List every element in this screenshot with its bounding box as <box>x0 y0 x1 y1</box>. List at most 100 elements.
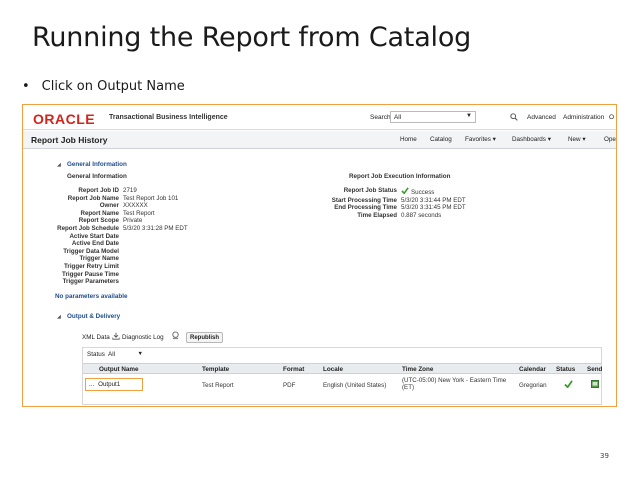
nav-home[interactable]: Home <box>400 136 417 143</box>
bullet-text: Click on Output Name <box>41 79 185 94</box>
col-calendar[interactable]: Calendar <box>519 366 546 373</box>
field-value: 0.887 seconds <box>401 211 442 219</box>
page-title: Report Job History <box>31 135 108 145</box>
cell-calendar: Gregorian <box>519 382 547 389</box>
field-value: Success <box>397 187 434 197</box>
chevron-down-icon: ▼ <box>137 351 143 357</box>
status-filter-value: All <box>108 351 115 358</box>
field-label: Trigger Pause Time <box>62 270 119 278</box>
status-text: Success <box>411 189 435 196</box>
nav-open[interactable]: Ope <box>604 136 616 143</box>
field-row: Trigger Parameters <box>31 278 188 286</box>
field-value <box>119 248 123 256</box>
field-label: Owner <box>99 202 119 210</box>
row-actions-ellipsis[interactable]: ... <box>89 381 94 388</box>
exec-info-heading: Report Job Execution Information <box>349 173 451 180</box>
cell-locale: English (United States) <box>323 382 387 389</box>
cell-time-zone: (UTC-05:00) New York - Eastern Time (ET) <box>402 377 506 391</box>
col-locale[interactable]: Locale <box>323 366 343 373</box>
field-value: 2719 <box>123 187 137 194</box>
download-icon[interactable] <box>112 332 120 342</box>
field-value: Private <box>123 217 143 225</box>
field-row: Report Job Schedule 5/3/20 3:31:28 PM EDT <box>31 225 188 233</box>
page-header-bar: Report Job History Home Catalog Favorite… <box>23 131 616 149</box>
overflow-link[interactable]: O <box>609 114 614 121</box>
field-row: End Processing Time 5/3/20 3:31:45 PM EDT <box>309 204 466 212</box>
chevron-down-icon: ▼ <box>466 113 472 119</box>
no-parameters-text: No parameters available <box>55 293 128 300</box>
xml-data-link[interactable]: XML Data <box>82 334 110 341</box>
time-zone-line-1: (UTC-05:00) New York - Eastern Time <box>402 377 507 384</box>
field-row: Report Scope Private <box>31 217 188 225</box>
output-name-link[interactable]: Output1 <box>98 381 120 388</box>
diagnostic-log-link[interactable]: Diagnostic Log <box>122 334 164 341</box>
field-label: Active Start Date <box>69 232 119 240</box>
field-value <box>119 233 123 241</box>
output-name-cell[interactable]: ... Output1 <box>85 378 143 391</box>
search-label: Search <box>370 114 391 121</box>
bullet-mark: • <box>22 79 30 94</box>
field-label: Report Job Name <box>67 194 119 202</box>
field-row: Start Processing Time 5/3/20 3:31:44 PM E… <box>309 197 466 205</box>
field-row: Report Job Name Test Report Job 101 <box>31 195 188 203</box>
table-header: Output Name Template Format Locale Time … <box>83 363 602 374</box>
section-general-info[interactable]: General Information <box>67 161 127 168</box>
nav-catalog[interactable]: Catalog <box>430 136 452 143</box>
field-row: Active End Date <box>31 240 188 248</box>
field-label: Report Job Status <box>343 187 397 194</box>
col-send[interactable]: Send <box>587 366 602 373</box>
section-output-delivery[interactable]: Output & Delivery <box>67 313 120 320</box>
send-icon[interactable] <box>591 380 599 388</box>
field-label: End Processing Time <box>334 204 397 212</box>
field-row: Trigger Pause Time <box>31 271 188 279</box>
status-filter-label: Status <box>87 351 105 358</box>
field-row: Owner XXXXXX <box>31 202 188 210</box>
field-row: Report Job Status Success <box>309 187 466 197</box>
app-title: Transactional Business Intelligence <box>109 114 228 121</box>
table-row: ... Output1 Test Report PDF English (Uni… <box>83 375 601 395</box>
republish-button[interactable]: Republish <box>186 332 223 343</box>
field-value: Test Report <box>123 209 155 217</box>
search-icon[interactable] <box>507 111 521 123</box>
col-template[interactable]: Template <box>202 366 229 373</box>
exec-info-fields: Report Job Status Success Start Processing… <box>309 187 466 219</box>
field-label: Trigger Name <box>79 255 119 263</box>
field-value: Test Report Job 101 <box>123 194 179 202</box>
general-info-fields: Report Job ID 2719 Report Job Name Test Rep… <box>31 187 188 286</box>
page-number: 39 <box>600 452 609 460</box>
field-label: Report Name <box>80 209 119 217</box>
field-row: Trigger Retry Limit <box>31 263 188 271</box>
field-value: XXXXXX <box>123 202 148 210</box>
field-label: Report Job Schedule <box>57 224 119 232</box>
nav-favorites[interactable]: Favorites ▾ <box>465 136 496 143</box>
advanced-link[interactable]: Advanced <box>527 114 556 121</box>
field-value: 5/3/20 3:31:45 PM EDT <box>401 204 466 212</box>
field-label: Trigger Retry Limit <box>63 262 119 270</box>
success-check-icon <box>401 187 409 195</box>
field-row: Trigger Data Model <box>31 248 188 256</box>
search-scope-value: All <box>394 114 401 121</box>
field-label: Report Scope <box>78 217 119 225</box>
col-status[interactable]: Status <box>556 366 575 373</box>
administration-link[interactable]: Administration <box>563 114 604 121</box>
status-filter-select[interactable]: All ▼ <box>107 350 143 360</box>
field-label: Trigger Data Model <box>63 247 119 255</box>
search-scope-select[interactable]: All ▼ <box>390 111 476 123</box>
field-value <box>119 263 123 271</box>
field-row: Time Elapsed 0.887 seconds <box>309 212 466 220</box>
nav-dashboards[interactable]: Dashboards ▾ <box>512 136 551 143</box>
col-format[interactable]: Format <box>283 366 304 373</box>
field-value <box>119 278 123 286</box>
slide-title: Running the Report from Catalog <box>32 22 472 53</box>
field-value <box>119 255 123 263</box>
collapse-triangle-icon[interactable]: ◢ <box>57 314 61 320</box>
field-label: Trigger Parameters <box>62 278 119 286</box>
collapse-triangle-icon[interactable]: ◢ <box>57 162 61 168</box>
general-info-subheading: General Information <box>67 173 127 180</box>
field-value: 5/3/20 3:31:44 PM EDT <box>401 196 466 204</box>
field-label: Start Processing Time <box>331 196 397 204</box>
nav-new[interactable]: New ▾ <box>568 136 586 143</box>
log-icon[interactable] <box>171 331 180 342</box>
col-time-zone[interactable]: Time Zone <box>402 366 433 373</box>
col-output-name[interactable]: Output Name <box>99 366 139 373</box>
